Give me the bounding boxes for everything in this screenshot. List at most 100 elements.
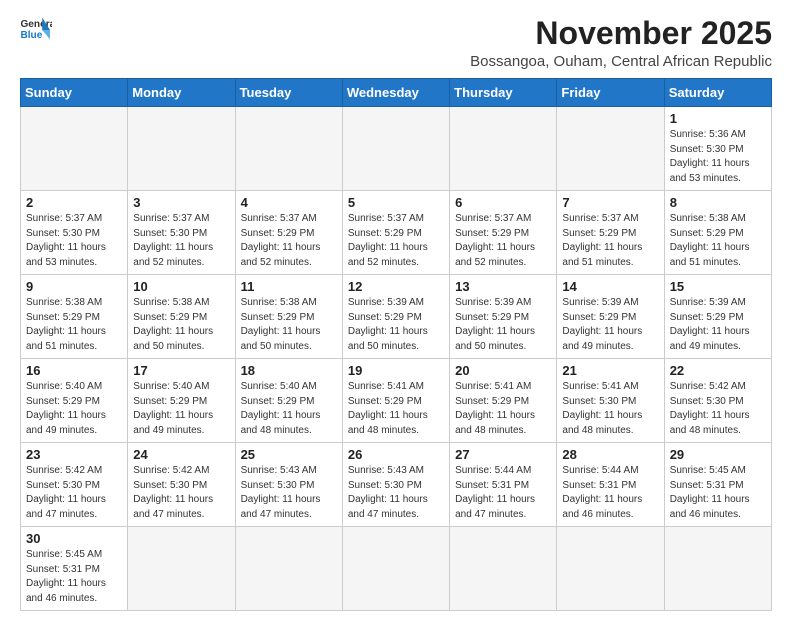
page-container: General Blue November 2025 Bossangoa, Ou… — [20, 16, 772, 611]
day-number: 14 — [562, 279, 658, 294]
svg-text:Blue: Blue — [20, 30, 42, 41]
calendar-week-row: 9Sunrise: 5:38 AM Sunset: 5:29 PM Daylig… — [21, 275, 772, 359]
calendar-day-cell — [128, 107, 235, 191]
day-info: Sunrise: 5:44 AM Sunset: 5:31 PM Dayligh… — [455, 464, 551, 522]
calendar-day-cell: 2 Sunrise: 5:37 AM Sunset: 5:30 PM Daylig… — [21, 191, 128, 275]
day-number: 30 — [26, 531, 122, 546]
calendar-day-cell — [235, 107, 342, 191]
calendar-day-cell — [342, 107, 449, 191]
calendar-day-cell: 4 Sunrise: 5:37 AM Sunset: 5:29 PM Daylig… — [235, 191, 342, 275]
day-number: 2 — [26, 195, 122, 210]
day-info: Sunrise: 5:37 AM Sunset: 5:30 PM Dayligh… — [26, 212, 122, 270]
day-number: 18 — [241, 363, 337, 378]
calendar-day-cell: 20 Sunrise: 5:41 AM Sunset: 5:29 PM Dayli… — [450, 359, 557, 443]
day-number: 20 — [455, 363, 551, 378]
calendar-day-cell: 19 Sunrise: 5:41 AM Sunset: 5:29 PM Dayli… — [342, 359, 449, 443]
title-area: November 2025 Bossangoa, Ouham, Central … — [470, 16, 772, 70]
calendar-day-cell: 1Sunrise: 5:36 AM Sunset: 5:30 PM Daylig… — [664, 107, 771, 191]
calendar-day-cell: 18 Sunrise: 5:40 AM Sunset: 5:29 PM Dayli… — [235, 359, 342, 443]
day-number: 11 — [241, 279, 337, 294]
day-number: 4 — [241, 195, 337, 210]
day-info: Sunrise: 5:37 AM Sunset: 5:29 PM Dayligh… — [562, 212, 658, 270]
calendar-day-cell — [342, 527, 449, 611]
day-number: 25 — [241, 447, 337, 462]
calendar-day-cell: 16 Sunrise: 5:40 AM Sunset: 5:29 PM Dayli… — [21, 359, 128, 443]
calendar-day-cell: 3 Sunrise: 5:37 AM Sunset: 5:30 PM Daylig… — [128, 191, 235, 275]
calendar-table: Sunday Monday Tuesday Wednesday Thursday… — [20, 78, 772, 611]
day-number: 26 — [348, 447, 444, 462]
day-number: 23 — [26, 447, 122, 462]
calendar-body: 1Sunrise: 5:36 AM Sunset: 5:30 PM Daylig… — [21, 107, 772, 611]
day-info: Sunrise: 5:41 AM Sunset: 5:30 PM Dayligh… — [562, 380, 658, 438]
day-number: 12 — [348, 279, 444, 294]
calendar-day-cell: 6 Sunrise: 5:37 AM Sunset: 5:29 PM Daylig… — [450, 191, 557, 275]
day-info: Sunrise: 5:42 AM Sunset: 5:30 PM Dayligh… — [133, 464, 229, 522]
day-number: 8 — [670, 195, 766, 210]
calendar-day-cell — [128, 527, 235, 611]
day-number: 1 — [670, 111, 766, 126]
day-info: Sunrise: 5:41 AM Sunset: 5:29 PM Dayligh… — [455, 380, 551, 438]
main-title: November 2025 — [470, 16, 772, 51]
logo: General Blue — [20, 16, 52, 44]
day-number: 3 — [133, 195, 229, 210]
calendar-day-cell: 25 Sunrise: 5:43 AM Sunset: 5:30 PM Dayli… — [235, 443, 342, 527]
day-info: Sunrise: 5:40 AM Sunset: 5:29 PM Dayligh… — [26, 380, 122, 438]
calendar-header: Sunday Monday Tuesday Wednesday Thursday… — [21, 79, 772, 107]
day-info: Sunrise: 5:37 AM Sunset: 5:30 PM Dayligh… — [133, 212, 229, 270]
day-info: Sunrise: 5:38 AM Sunset: 5:29 PM Dayligh… — [133, 296, 229, 354]
day-number: 16 — [26, 363, 122, 378]
calendar-day-cell: 29Sunrise: 5:45 AM Sunset: 5:31 PM Dayli… — [664, 443, 771, 527]
calendar-day-cell — [664, 527, 771, 611]
day-info: Sunrise: 5:42 AM Sunset: 5:30 PM Dayligh… — [26, 464, 122, 522]
day-info: Sunrise: 5:40 AM Sunset: 5:29 PM Dayligh… — [133, 380, 229, 438]
day-info: Sunrise: 5:41 AM Sunset: 5:29 PM Dayligh… — [348, 380, 444, 438]
calendar-day-cell: 24 Sunrise: 5:42 AM Sunset: 5:30 PM Dayli… — [128, 443, 235, 527]
calendar-week-row: 2 Sunrise: 5:37 AM Sunset: 5:30 PM Daylig… — [21, 191, 772, 275]
subtitle: Bossangoa, Ouham, Central African Republ… — [470, 53, 772, 70]
day-number: 21 — [562, 363, 658, 378]
day-info: Sunrise: 5:40 AM Sunset: 5:29 PM Dayligh… — [241, 380, 337, 438]
calendar-day-cell: 17Sunrise: 5:40 AM Sunset: 5:29 PM Dayli… — [128, 359, 235, 443]
day-number: 22 — [670, 363, 766, 378]
day-number: 5 — [348, 195, 444, 210]
calendar-day-cell: 14 Sunrise: 5:39 AM Sunset: 5:29 PM Dayli… — [557, 275, 664, 359]
calendar-day-cell — [235, 527, 342, 611]
calendar-week-row: 23 Sunrise: 5:42 AM Sunset: 5:30 PM Dayli… — [21, 443, 772, 527]
header-saturday: Saturday — [664, 79, 771, 107]
calendar-day-cell: 12 Sunrise: 5:39 AM Sunset: 5:29 PM Dayli… — [342, 275, 449, 359]
day-number: 24 — [133, 447, 229, 462]
day-number: 28 — [562, 447, 658, 462]
calendar-day-cell: 21 Sunrise: 5:41 AM Sunset: 5:30 PM Dayli… — [557, 359, 664, 443]
day-info: Sunrise: 5:43 AM Sunset: 5:30 PM Dayligh… — [348, 464, 444, 522]
calendar-day-cell: 28Sunrise: 5:44 AM Sunset: 5:31 PM Dayli… — [557, 443, 664, 527]
day-number: 13 — [455, 279, 551, 294]
calendar-week-row: 1Sunrise: 5:36 AM Sunset: 5:30 PM Daylig… — [21, 107, 772, 191]
calendar-day-cell — [21, 107, 128, 191]
calendar-day-cell — [557, 527, 664, 611]
day-number: 10 — [133, 279, 229, 294]
day-number: 29 — [670, 447, 766, 462]
calendar-day-cell: 30Sunrise: 5:45 AM Sunset: 5:31 PM Dayli… — [21, 527, 128, 611]
calendar-day-cell: 15Sunrise: 5:39 AM Sunset: 5:29 PM Dayli… — [664, 275, 771, 359]
calendar-day-cell — [557, 107, 664, 191]
calendar-week-row: 30Sunrise: 5:45 AM Sunset: 5:31 PM Dayli… — [21, 527, 772, 611]
day-number: 19 — [348, 363, 444, 378]
day-number: 7 — [562, 195, 658, 210]
calendar-day-cell: 23 Sunrise: 5:42 AM Sunset: 5:30 PM Dayli… — [21, 443, 128, 527]
day-info: Sunrise: 5:37 AM Sunset: 5:29 PM Dayligh… — [241, 212, 337, 270]
header-tuesday: Tuesday — [235, 79, 342, 107]
day-number: 15 — [670, 279, 766, 294]
day-info: Sunrise: 5:43 AM Sunset: 5:30 PM Dayligh… — [241, 464, 337, 522]
calendar-day-cell: 9Sunrise: 5:38 AM Sunset: 5:29 PM Daylig… — [21, 275, 128, 359]
day-info: Sunrise: 5:39 AM Sunset: 5:29 PM Dayligh… — [348, 296, 444, 354]
calendar-day-cell: 11Sunrise: 5:38 AM Sunset: 5:29 PM Dayli… — [235, 275, 342, 359]
calendar-day-cell — [450, 527, 557, 611]
header-wednesday: Wednesday — [342, 79, 449, 107]
calendar-day-cell: 27Sunrise: 5:44 AM Sunset: 5:31 PM Dayli… — [450, 443, 557, 527]
day-number: 6 — [455, 195, 551, 210]
calendar-day-cell: 5Sunrise: 5:37 AM Sunset: 5:29 PM Daylig… — [342, 191, 449, 275]
day-info: Sunrise: 5:37 AM Sunset: 5:29 PM Dayligh… — [455, 212, 551, 270]
day-info: Sunrise: 5:42 AM Sunset: 5:30 PM Dayligh… — [670, 380, 766, 438]
day-info: Sunrise: 5:39 AM Sunset: 5:29 PM Dayligh… — [562, 296, 658, 354]
day-info: Sunrise: 5:38 AM Sunset: 5:29 PM Dayligh… — [26, 296, 122, 354]
